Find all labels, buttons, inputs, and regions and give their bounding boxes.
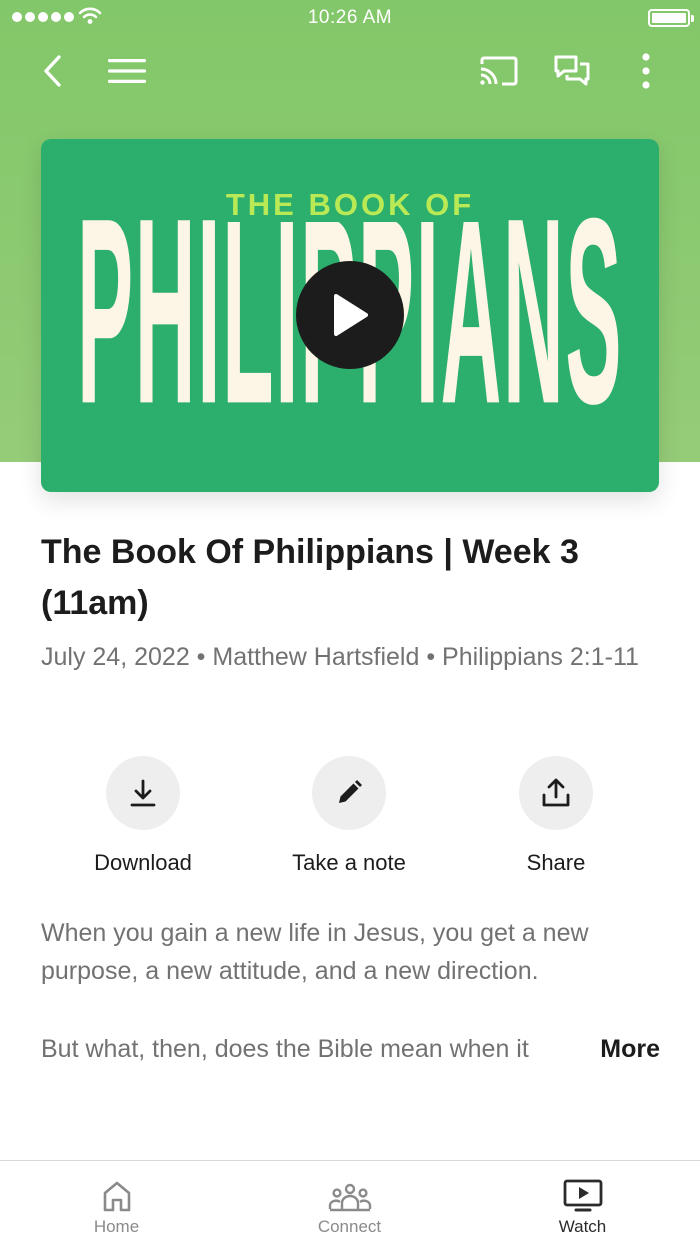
take-note-button[interactable]: Take a note xyxy=(249,756,449,876)
tab-watch-label: Watch xyxy=(558,1217,607,1236)
play-button[interactable] xyxy=(296,261,404,369)
take-note-label: Take a note xyxy=(292,850,406,875)
tab-home[interactable]: Home xyxy=(0,1161,233,1244)
download-label: Download xyxy=(94,850,192,875)
sermon-artwork[interactable]: PHILIPPIANS THE BOOK OF xyxy=(41,139,659,492)
more-link[interactable]: More xyxy=(560,1030,660,1068)
chat-button[interactable] xyxy=(552,52,592,90)
pencil-icon xyxy=(339,780,362,803)
tab-connect[interactable]: Connect xyxy=(233,1161,466,1244)
status-bar: 10:26 AM xyxy=(0,0,700,36)
tab-connect-label: Connect xyxy=(317,1217,382,1236)
description-paragraph: When you gain a new life in Jesus, you g… xyxy=(41,919,589,985)
share-button[interactable]: Share xyxy=(456,756,656,876)
back-button[interactable] xyxy=(34,52,70,90)
share-icon xyxy=(542,778,570,807)
sermon-meta: July 24, 2022 • Matthew Hartsfield • Phi… xyxy=(41,643,639,671)
battery-icon xyxy=(648,9,694,27)
cast-button[interactable] xyxy=(476,52,520,90)
chevron-left-icon xyxy=(44,55,61,87)
tab-home-label: Home xyxy=(93,1217,140,1236)
play-icon xyxy=(334,294,368,336)
more-vertical-icon xyxy=(642,53,650,89)
sermon-title: The Book Of Philippians | Week 3 (11am) xyxy=(41,533,579,622)
share-label: Share xyxy=(526,850,586,875)
people-icon xyxy=(328,1183,371,1212)
download-icon xyxy=(130,779,156,807)
cast-icon xyxy=(480,56,518,86)
menu-button[interactable] xyxy=(106,54,148,88)
status-time: 10:26 AM xyxy=(307,7,393,28)
hamburger-menu-icon xyxy=(108,59,146,83)
home-icon xyxy=(103,1181,130,1212)
artwork-small-title: THE BOOK OF xyxy=(41,187,659,223)
download-button[interactable]: Download xyxy=(43,756,243,876)
more-options-button[interactable] xyxy=(630,50,662,92)
tab-watch[interactable]: Watch xyxy=(466,1161,699,1244)
chat-bubbles-icon xyxy=(554,55,590,86)
tab-bar: Home Connect Watch xyxy=(0,1160,700,1244)
tv-play-icon xyxy=(563,1179,602,1212)
